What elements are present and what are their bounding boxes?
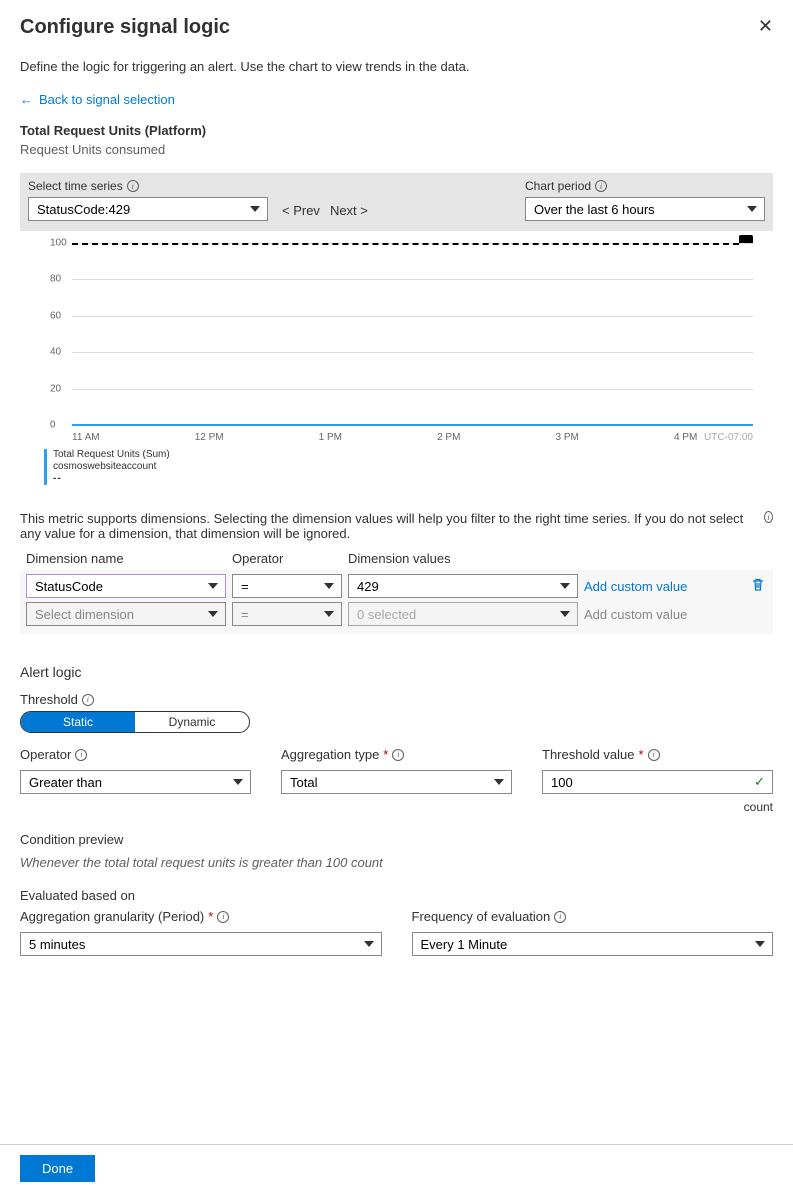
dimension-value-select[interactable]: 0 selected: [348, 602, 578, 626]
frequency-select[interactable]: Every 1 Minute: [412, 932, 774, 956]
trash-icon: [750, 577, 766, 593]
info-icon[interactable]: i: [82, 694, 94, 706]
delete-dimension-button[interactable]: [750, 577, 780, 596]
aggregation-granularity-select[interactable]: 5 minutes: [20, 932, 382, 956]
info-icon[interactable]: i: [75, 749, 87, 761]
aggregation-type-label: Aggregation type: [281, 747, 379, 762]
threshold-toggle[interactable]: Static Dynamic: [20, 711, 250, 733]
dimension-name-select[interactable]: StatusCode: [26, 574, 226, 598]
evaluated-based-on-heading: Evaluated based on: [20, 888, 773, 903]
signal-title: Total Request Units (Platform): [20, 123, 773, 138]
chart-legend: Total Request Units (Sum) cosmoswebsitea…: [44, 449, 763, 485]
back-link[interactable]: ← Back to signal selection: [20, 92, 175, 107]
aggregation-type-select[interactable]: Total: [281, 770, 512, 794]
threshold-dynamic-option[interactable]: Dynamic: [135, 712, 249, 732]
dimension-value-select[interactable]: 429: [348, 574, 578, 598]
threshold-static-option[interactable]: Static: [21, 712, 135, 732]
dimensions-note: This metric supports dimensions. Selecti…: [20, 511, 760, 541]
dim-header-name: Dimension name: [26, 551, 226, 566]
add-custom-value-link: Add custom value: [584, 607, 744, 622]
info-icon[interactable]: i: [764, 511, 773, 523]
info-icon[interactable]: i: [554, 911, 566, 923]
info-icon[interactable]: i: [217, 911, 229, 923]
frequency-label: Frequency of evaluation: [412, 909, 551, 924]
info-icon[interactable]: i: [595, 180, 607, 192]
page-title: Configure signal logic: [20, 16, 230, 39]
dim-header-values: Dimension values: [348, 551, 578, 566]
prev-button[interactable]: < Prev: [282, 203, 320, 218]
info-icon[interactable]: i: [648, 749, 660, 761]
arrow-left-icon: ←: [20, 92, 33, 107]
dimension-operator-select[interactable]: =: [232, 574, 342, 598]
alert-logic-heading: Alert logic: [20, 664, 773, 680]
info-icon[interactable]: i: [127, 180, 139, 192]
page-description: Define the logic for triggering an alert…: [20, 59, 773, 74]
condition-preview-heading: Condition preview: [20, 832, 773, 847]
add-custom-value-link[interactable]: Add custom value: [584, 579, 744, 594]
dim-header-operator: Operator: [232, 551, 342, 566]
signal-subtitle: Request Units consumed: [20, 142, 773, 157]
threshold-unit: count: [542, 800, 773, 814]
time-series-select[interactable]: StatusCode:429: [28, 197, 268, 221]
metric-chart: 020406080100 11 AM12 PM1 PM2 PM3 PM4 PM …: [44, 243, 763, 443]
info-icon[interactable]: i: [392, 749, 404, 761]
time-series-label: Select time series: [28, 179, 123, 193]
threshold-label: Threshold: [20, 692, 78, 707]
operator-select[interactable]: Greater than: [20, 770, 251, 794]
dimension-name-select[interactable]: Select dimension: [26, 602, 226, 626]
chart-period-select[interactable]: Over the last 6 hours: [525, 197, 765, 221]
next-button[interactable]: Next >: [330, 203, 368, 218]
threshold-value-label: Threshold value: [542, 747, 635, 762]
aggregation-granularity-label: Aggregation granularity (Period): [20, 909, 204, 924]
dimension-operator-select[interactable]: =: [232, 602, 342, 626]
close-icon[interactable]: ✕: [758, 16, 773, 37]
operator-label: Operator: [20, 747, 71, 762]
done-button[interactable]: Done: [20, 1155, 95, 1182]
condition-preview-text: Whenever the total total request units i…: [20, 855, 773, 870]
threshold-value-input[interactable]: [542, 770, 773, 794]
chart-period-label: Chart period: [525, 179, 591, 193]
